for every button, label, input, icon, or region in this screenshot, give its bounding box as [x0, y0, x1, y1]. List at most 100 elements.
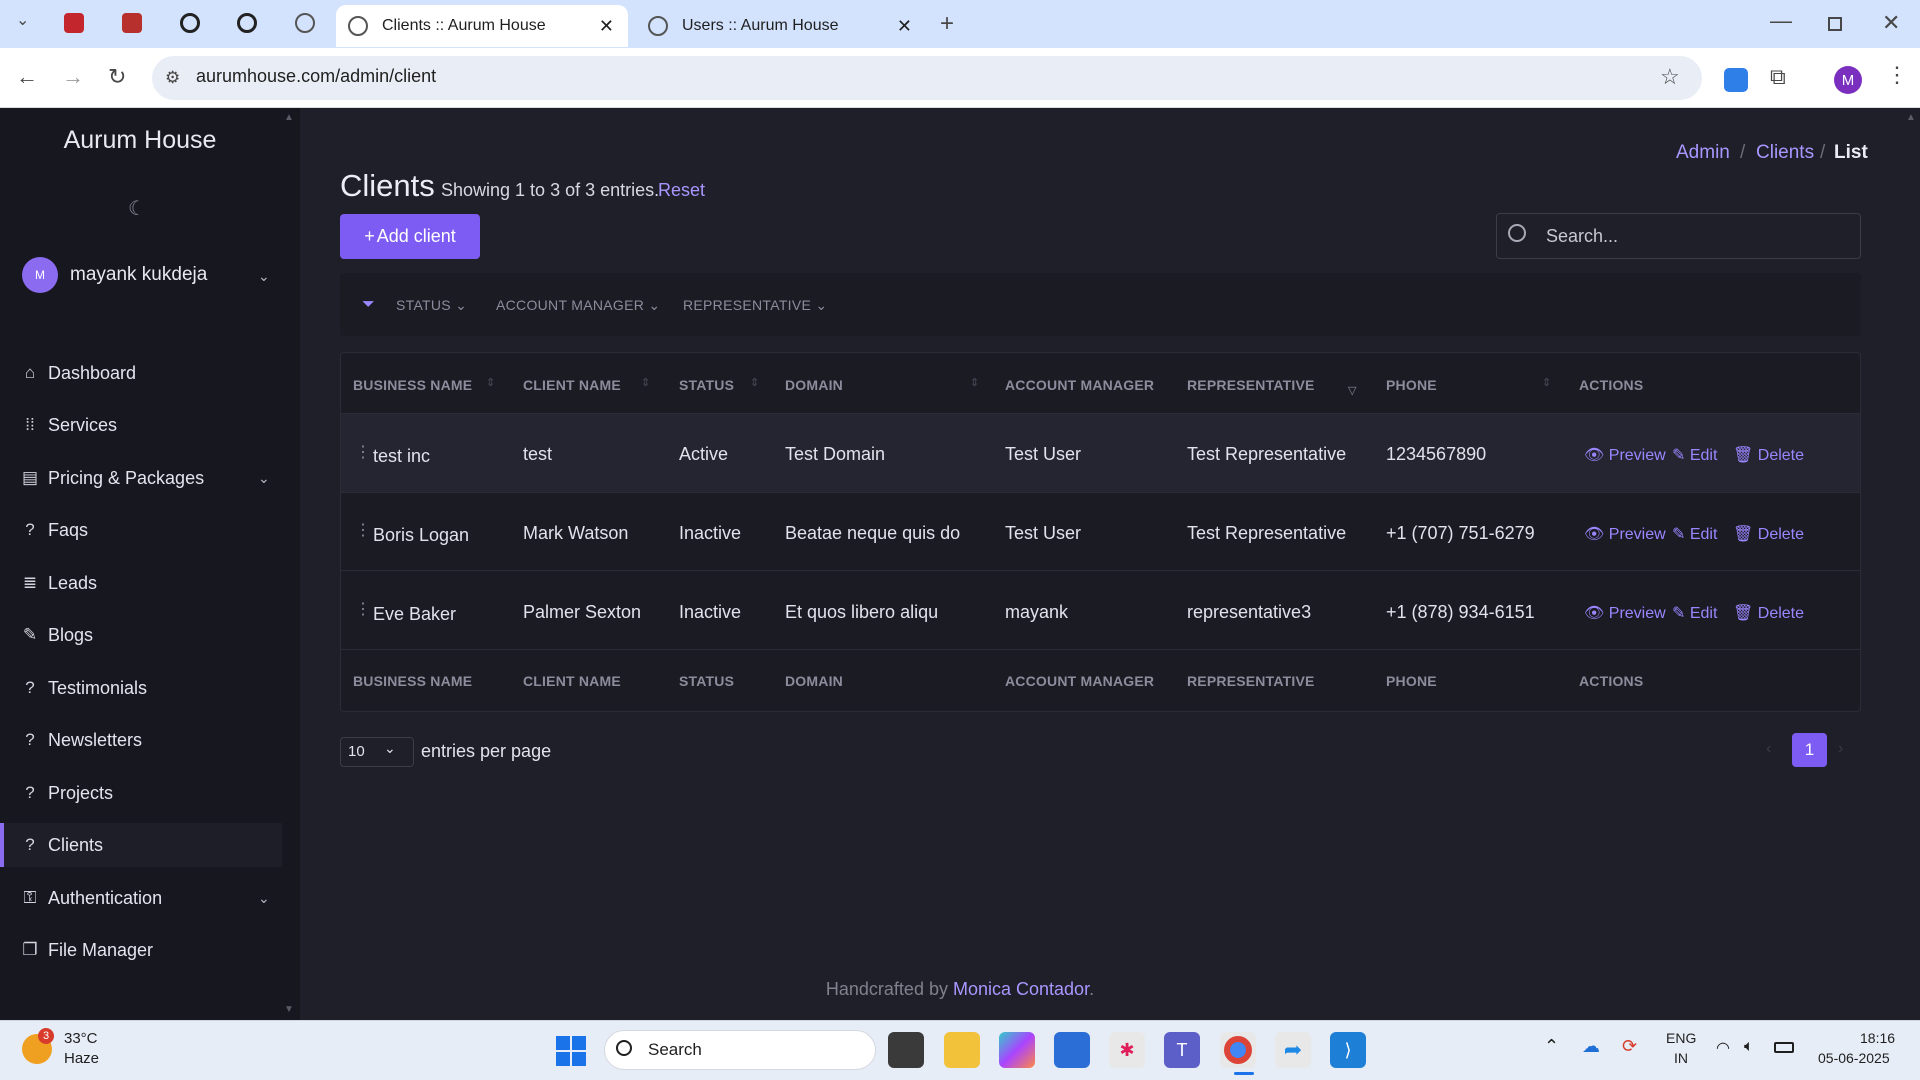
preview-action[interactable]: 👁︎ Preview: [1584, 603, 1666, 623]
extensions-puzzle-icon[interactable]: ⧉: [1770, 66, 1786, 88]
column-header-domain[interactable]: DOMAIN: [785, 377, 843, 393]
close-tab-icon[interactable]: ✕: [599, 16, 614, 37]
column-header-representative[interactable]: REPRESENTATIVE: [1187, 377, 1315, 393]
author-link[interactable]: Monica Contador: [953, 979, 1089, 999]
lang-primary[interactable]: ENG: [1666, 1030, 1696, 1046]
sort-icon[interactable]: ⇕: [641, 376, 650, 389]
menu-kebab-icon[interactable]: ⋮: [1886, 64, 1908, 86]
scroll-up-icon[interactable]: ▲: [284, 112, 294, 123]
vscode-icon[interactable]: ⟩: [1330, 1032, 1366, 1068]
sidebar-item-pricing[interactable]: ▤ Pricing & Packages ⌄: [0, 456, 282, 500]
url-text[interactable]: aurumhouse.com/admin/client: [196, 66, 436, 87]
sidebar-item-projects[interactable]: ? Projects: [0, 771, 282, 815]
sidebar-item-testimonials[interactable]: ? Testimonials: [0, 666, 282, 710]
onedrive-icon[interactable]: ☁: [1582, 1036, 1600, 1057]
chevron-down-icon[interactable]: ⌄: [258, 268, 270, 285]
breadcrumb-clients[interactable]: Clients: [1756, 142, 1814, 164]
store-icon[interactable]: [1054, 1032, 1090, 1068]
forward-icon[interactable]: →: [62, 66, 84, 88]
next-page-icon[interactable]: ›: [1838, 740, 1843, 758]
sidebar-item-blogs[interactable]: ✎ Blogs: [0, 613, 282, 657]
avatar[interactable]: M: [22, 257, 58, 293]
sidebar-item-file-manager[interactable]: ❐ File Manager: [0, 928, 282, 972]
delete-action[interactable]: 🗑︎ Delete: [1733, 603, 1804, 623]
lang-region[interactable]: IN: [1674, 1050, 1688, 1066]
tray-overflow-icon[interactable]: ⌃: [1544, 1036, 1559, 1057]
reset-link[interactable]: Reset: [658, 180, 705, 201]
delete-action[interactable]: 🗑︎ Delete: [1733, 524, 1804, 544]
site-info-icon[interactable]: ⚙: [165, 69, 180, 86]
slack-icon[interactable]: ✱: [1109, 1032, 1145, 1068]
add-client-button[interactable]: + Add client: [340, 214, 480, 259]
tab-search-icon[interactable]: ⌄: [16, 13, 29, 29]
sidebar-item-clients[interactable]: ? Clients: [0, 823, 282, 867]
globe-tab-icon[interactable]: [295, 13, 315, 33]
taskbar-search[interactable]: [604, 1030, 876, 1070]
chrome-icon[interactable]: [1220, 1032, 1256, 1068]
sidebar-item-dashboard[interactable]: ⌂ Dashboard: [0, 351, 282, 395]
column-header-account-manager[interactable]: ACCOUNT MANAGER: [1005, 377, 1154, 393]
edit-action[interactable]: ✎ Edit: [1672, 524, 1717, 544]
copilot-icon[interactable]: [999, 1032, 1035, 1068]
sidebar-item-authentication[interactable]: ⚿ Authentication ⌄: [0, 876, 282, 920]
minimize-icon[interactable]: —: [1770, 10, 1792, 32]
sort-icon[interactable]: ⇕: [1542, 376, 1551, 389]
pinned-tab-icon[interactable]: [64, 13, 84, 33]
drag-handle-icon[interactable]: ⋮: [355, 442, 371, 462]
sidebar-item-services[interactable]: ⁞⁞ Services: [0, 403, 282, 447]
preview-action[interactable]: 👁︎ Preview: [1584, 445, 1666, 465]
clock-time[interactable]: 18:16: [1860, 1030, 1895, 1046]
battery-icon[interactable]: [1774, 1042, 1794, 1053]
task-view-icon[interactable]: [888, 1032, 924, 1068]
sync-icon[interactable]: ⟳: [1622, 1036, 1637, 1057]
close-window-icon[interactable]: ✕: [1882, 12, 1900, 34]
reload-icon[interactable]: ↻: [108, 66, 126, 88]
sidebar-item-faqs[interactable]: ? Faqs: [0, 508, 282, 552]
new-tab-icon[interactable]: +: [940, 12, 954, 36]
sort-icon[interactable]: ⇕: [486, 376, 495, 389]
app-arrow-icon[interactable]: ➦: [1275, 1032, 1311, 1068]
bookmark-star-icon[interactable]: ☆: [1660, 66, 1680, 88]
sidebar-item-newsletters[interactable]: ? Newsletters: [0, 718, 282, 762]
delete-action[interactable]: 🗑︎ Delete: [1733, 445, 1804, 465]
tab-users[interactable]: Users :: Aurum House ✕: [636, 5, 926, 47]
restore-icon[interactable]: [1828, 17, 1842, 31]
close-tab-icon[interactable]: ✕: [897, 16, 912, 37]
weather-condition[interactable]: Haze: [64, 1050, 99, 1067]
windows-start-icon[interactable]: [556, 1036, 586, 1066]
tab-clients[interactable]: Clients :: Aurum House ✕: [336, 5, 628, 47]
theme-toggle-moon-icon[interactable]: ☾: [128, 196, 146, 221]
sidebar-item-leads[interactable]: ≣ Leads: [0, 561, 282, 605]
weather-temp[interactable]: 33°C: [64, 1030, 98, 1047]
prev-page-icon[interactable]: ‹: [1766, 740, 1771, 758]
clock-date[interactable]: 05-06-2025: [1818, 1050, 1890, 1066]
extension-icon[interactable]: [1724, 68, 1748, 92]
teams-icon[interactable]: T: [1164, 1032, 1200, 1068]
back-icon[interactable]: ←: [16, 66, 38, 88]
column-header-client-name[interactable]: CLIENT NAME: [523, 377, 621, 393]
filter-status[interactable]: STATUS ⌄: [396, 297, 467, 314]
page-button-1[interactable]: 1: [1792, 733, 1827, 767]
column-header-phone[interactable]: PHONE: [1386, 377, 1437, 393]
profile-avatar[interactable]: M: [1834, 66, 1862, 94]
edit-action[interactable]: ✎ Edit: [1672, 603, 1717, 623]
file-explorer-icon[interactable]: [944, 1032, 980, 1068]
pinned-tab-icon[interactable]: [122, 13, 142, 33]
chatgpt-tab-icon[interactable]: [237, 13, 257, 33]
user-name[interactable]: mayank kukdeja: [70, 264, 207, 286]
scroll-up-icon[interactable]: ▲: [1906, 112, 1916, 123]
volume-icon[interactable]: 🔈︎: [1744, 1038, 1754, 1056]
breadcrumb-admin[interactable]: Admin: [1676, 142, 1730, 164]
column-header-status[interactable]: STATUS: [679, 377, 734, 393]
sort-icon[interactable]: ⇕: [750, 376, 759, 389]
filter-account-manager[interactable]: ACCOUNT MANAGER ⌄: [496, 297, 660, 314]
brand-logo[interactable]: Aurum House: [0, 126, 280, 155]
sort-icon[interactable]: ⇕: [970, 376, 979, 389]
column-header-business-name[interactable]: BUSINESS NAME: [353, 377, 472, 393]
edit-action[interactable]: ✎ Edit: [1672, 445, 1717, 465]
wifi-icon[interactable]: ◠: [1716, 1038, 1730, 1058]
drag-handle-icon[interactable]: ⋮: [355, 599, 371, 619]
chatgpt-tab-icon[interactable]: [180, 13, 200, 33]
preview-action[interactable]: 👁︎ Preview: [1584, 524, 1666, 544]
sort-desc-icon[interactable]: ▽: [1348, 384, 1356, 397]
